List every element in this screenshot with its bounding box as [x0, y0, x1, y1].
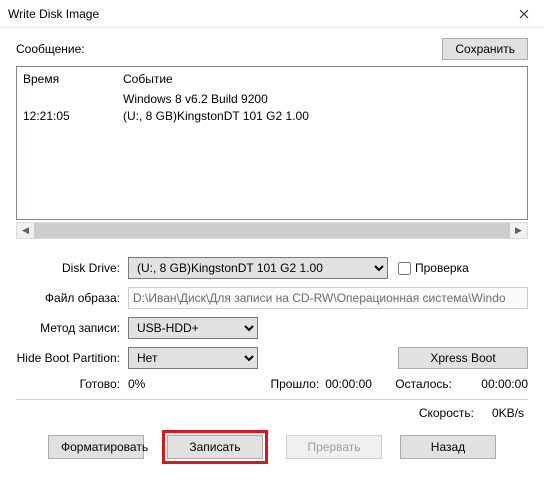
log-event-cell: (U:, 8 GB)KingstonDT 101 G2 1.00 — [123, 108, 521, 125]
close-icon — [519, 9, 529, 19]
speed-label: Скорость: — [419, 406, 474, 420]
save-button[interactable]: Сохранить — [442, 38, 528, 60]
ready-value: 0% — [128, 377, 198, 391]
titlebar: Write Disk Image — [0, 0, 544, 28]
message-label: Сообщение: — [16, 42, 85, 56]
log-time-cell — [23, 91, 123, 108]
log-row: 12:21:05 (U:, 8 GB)KingstonDT 101 G2 1.0… — [23, 108, 521, 125]
close-button[interactable] — [504, 0, 544, 28]
ready-label: Готово: — [16, 377, 128, 391]
verify-label: Проверка — [415, 261, 469, 275]
divider — [16, 399, 528, 400]
log-event-cell: Windows 8 v6.2 Build 9200 — [123, 91, 521, 108]
write-button-highlight: Записать — [162, 430, 268, 464]
image-label: Файл образа: — [16, 291, 128, 305]
event-log: Время Событие Windows 8 v6.2 Build 9200 … — [16, 66, 528, 220]
log-header-event: Событие — [123, 71, 521, 88]
scroll-thumb[interactable] — [34, 223, 510, 238]
drive-label: Disk Drive: — [16, 261, 128, 275]
method-select[interactable]: USB-HDD+ — [128, 317, 258, 339]
log-header-time: Время — [23, 71, 123, 88]
format-button[interactable]: Форматировать — [48, 435, 144, 459]
write-button[interactable]: Записать — [167, 435, 263, 459]
scroll-track[interactable] — [34, 223, 510, 238]
scroll-right-arrow-icon[interactable]: ▶ — [510, 223, 527, 238]
log-row: Windows 8 v6.2 Build 9200 — [23, 91, 521, 108]
back-button[interactable]: Назад — [400, 435, 496, 459]
remain-value: 00:00:00 — [458, 377, 528, 391]
elapsed-label: Прошло: — [265, 377, 325, 391]
abort-button: Прервать — [286, 435, 382, 459]
log-time-cell: 12:21:05 — [23, 108, 123, 125]
drive-select[interactable]: (U:, 8 GB)KingstonDT 101 G2 1.00 — [128, 257, 388, 279]
remain-label: Осталось: — [395, 377, 458, 391]
xpress-boot-button[interactable]: Xpress Boot — [398, 347, 528, 369]
method-label: Метод записи: — [16, 321, 128, 335]
window-title: Write Disk Image — [8, 7, 99, 21]
scroll-left-arrow-icon[interactable]: ◀ — [17, 223, 34, 238]
verify-checkbox[interactable] — [398, 262, 411, 275]
hide-label: Hide Boot Partition: — [16, 351, 128, 365]
hide-boot-select[interactable]: Нет — [128, 347, 258, 369]
log-horizontal-scrollbar[interactable]: ◀ ▶ — [16, 222, 528, 239]
speed-value: 0KB/s — [492, 406, 524, 420]
verify-checkbox-wrap[interactable]: Проверка — [398, 261, 469, 275]
elapsed-value: 00:00:00 — [325, 377, 395, 391]
image-path-field: D:\Иван\Диск\Для записи на CD-RW\Операци… — [128, 287, 528, 309]
